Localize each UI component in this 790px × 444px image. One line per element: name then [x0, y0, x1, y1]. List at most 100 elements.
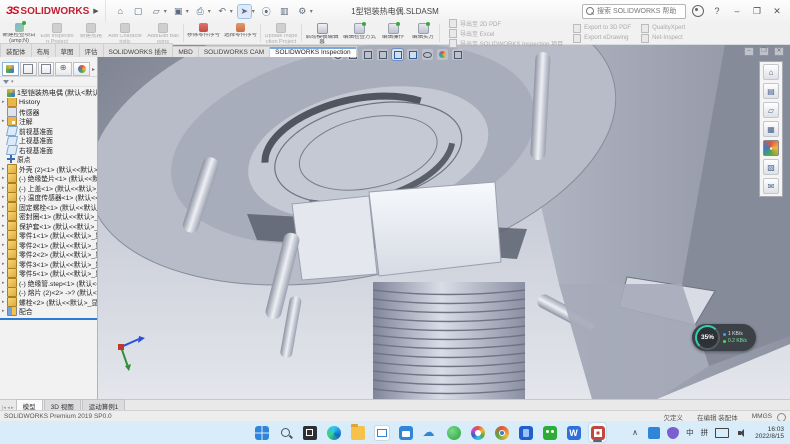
tree-item[interactable]: ▸密封圈<1> (默认<<默认>_显示状: [0, 212, 97, 222]
tree-item[interactable]: ▸(-) 温度传感器<1> (默认<<默认>_: [0, 193, 97, 203]
tree-item[interactable]: ▸零件2<2> (默认<<默认>_显示状态: [0, 250, 97, 260]
custom-properties-icon[interactable]: ▧: [763, 159, 779, 175]
doc-close-icon[interactable]: ✕: [774, 47, 784, 56]
tree-item[interactable]: ▸(-) 绝缘管.step<1> (默认<<默认>: [0, 278, 97, 288]
previous-view-icon[interactable]: [362, 49, 373, 60]
tab-solidworks-cam[interactable]: SOLIDWORKS CAM: [198, 46, 270, 57]
tree-item[interactable]: ▸螺栓<2> (默认<<默认>_显示状态: [0, 297, 97, 307]
taskbar-onedrive[interactable]: [421, 423, 438, 442]
display-style-icon[interactable]: [407, 49, 418, 60]
tree-item[interactable]: 上视基准面: [0, 136, 97, 146]
select-cursor-icon[interactable]: ➤: [238, 5, 251, 18]
solidworks-resources-icon[interactable]: ⌂: [763, 64, 779, 80]
tree-item[interactable]: ▸配合: [0, 307, 97, 317]
taskbar-wechat[interactable]: [541, 423, 558, 442]
taskbar-photos[interactable]: [469, 423, 486, 442]
home-icon[interactable]: ⌂: [114, 5, 127, 18]
hide-show-items-icon[interactable]: [422, 49, 433, 60]
taskbar-app-green[interactable]: [445, 423, 462, 442]
taskbar-chrome[interactable]: [493, 423, 510, 442]
taskbar-start[interactable]: [253, 423, 270, 442]
tree-item[interactable]: ▸(-) 上盖<1> (默认<<默认>_显示状: [0, 183, 97, 193]
design-library-icon[interactable]: ▤: [763, 83, 779, 99]
ime-mode[interactable]: 拼: [701, 427, 709, 438]
close-button[interactable]: ✕: [770, 6, 784, 17]
menu-expand-icon[interactable]: ▶: [93, 7, 98, 15]
ribbon-button-edit-classifications[interactable]: 编辑实方: [408, 22, 438, 44]
doc-minimize-icon[interactable]: –: [744, 47, 754, 56]
view-palette-icon[interactable]: ▦: [763, 121, 779, 137]
taskbar-task-view[interactable]: [301, 423, 318, 442]
tree-item[interactable]: ▸零件5<1> (默认<<默认>_显示状态: [0, 269, 97, 279]
tab-布局[interactable]: 布局: [31, 43, 56, 57]
print-icon[interactable]: ⎙: [194, 5, 207, 18]
save-icon[interactable]: ▣: [172, 5, 185, 18]
ribbon-button-edit-methods[interactable]: 编辑检查方式: [341, 22, 378, 44]
tree-item[interactable]: 原点: [0, 155, 97, 165]
ribbon-button-select-balloons[interactable]: 选择零件序号: [222, 22, 259, 44]
solidworks-forum-icon[interactable]: ✉: [763, 178, 779, 194]
tab-featuremanager-tree[interactable]: [2, 62, 19, 76]
tab-displaymanager[interactable]: [73, 62, 90, 76]
panel-tabs-overflow-icon[interactable]: ▸: [92, 66, 95, 73]
undo-icon[interactable]: ↶: [216, 5, 229, 18]
tree-item[interactable]: ▸注解: [0, 117, 97, 127]
undo-dropdown-icon[interactable]: ▾: [230, 8, 233, 15]
tray-speaker-icon[interactable]: [736, 427, 748, 439]
ribbon-button-launch-template-editor[interactable]: 启动模板编辑器: [303, 22, 341, 44]
open-file-icon[interactable]: ▱: [150, 5, 163, 18]
taskbar-active-app[interactable]: [589, 423, 606, 442]
taskbar-wps[interactable]: W: [565, 423, 582, 442]
tree-item[interactable]: 右视基准面: [0, 145, 97, 155]
tab-solidworks-插件[interactable]: SOLIDWORKS 插件: [103, 43, 174, 57]
tab-solidworks-inspection[interactable]: SOLIDWORKS Inspection: [269, 46, 357, 57]
help-button[interactable]: ?: [710, 6, 724, 16]
tree-item[interactable]: 传感器: [0, 107, 97, 117]
tab-dimxpert[interactable]: [55, 62, 72, 76]
ribbon-button-new-inspection-project[interactable]: 新建检查项目(amp;N): [0, 22, 38, 44]
ime-language[interactable]: 中: [686, 427, 694, 438]
tree-rollback-bar[interactable]: [0, 318, 97, 320]
rebuild-traffic-light-icon[interactable]: ⦿: [260, 5, 273, 18]
new-file-icon[interactable]: ▢: [132, 5, 145, 18]
tree-item[interactable]: ▸外壳 (2)<1> (默认<<默认>_显示状: [0, 164, 97, 174]
tab-configurations[interactable]: [38, 62, 55, 76]
tree-item[interactable]: 前视基准面: [0, 126, 97, 136]
file-explorer-icon[interactable]: ▱: [763, 102, 779, 118]
tree-item[interactable]: ▸History: [0, 98, 97, 108]
search-input[interactable]: 搜索 SOLIDWORKS 帮助: [582, 4, 686, 19]
taskbar-search[interactable]: [277, 423, 294, 442]
apply-scene-icon[interactable]: [452, 49, 463, 60]
print-dropdown-icon[interactable]: ▾: [208, 8, 211, 15]
tree-item[interactable]: ▸零件3<1> (默认<<默认>_显示状态: [0, 259, 97, 269]
section-view-icon[interactable]: [377, 49, 388, 60]
file-properties-icon[interactable]: ▥: [278, 5, 291, 18]
tree-root-assembly[interactable]: 1型铠装热电偶 (默认<默认_显示状态-1: [0, 88, 97, 98]
doc-restore-icon[interactable]: ❐: [759, 47, 769, 56]
select-cursor-dropdown-icon[interactable]: ▾: [252, 8, 255, 15]
tree-item[interactable]: ▸保护套<1> (默认<<默认>_显示状态: [0, 221, 97, 231]
tray-display-icon[interactable]: [715, 428, 729, 438]
restore-button[interactable]: ❐: [750, 6, 764, 17]
tray-shield-icon[interactable]: [667, 427, 679, 439]
tab-草图[interactable]: 草图: [55, 43, 80, 57]
taskbar-store[interactable]: [397, 423, 414, 442]
options-gear-dropdown-icon[interactable]: ▾: [310, 8, 313, 15]
tab-评估[interactable]: 评估: [79, 43, 104, 57]
tray-chevron-icon[interactable]: ∧: [629, 427, 641, 439]
open-file-dropdown-icon[interactable]: ▾: [164, 8, 167, 15]
tree-item[interactable]: ▸零件2<1> (默认<<默认>_显示状态: [0, 240, 97, 250]
taskbar-edge[interactable]: [325, 423, 342, 442]
tree-item[interactable]: ▸固定螺栓<1> (默认<<默认>_显示: [0, 202, 97, 212]
tree-item[interactable]: ▸(-) 绝缘垫片<1> (默认<<默认>_显: [0, 174, 97, 184]
ribbon-button-edit-operations[interactable]: 编辑操作: [378, 22, 408, 44]
tree-filter-bar[interactable]: ▾: [0, 77, 97, 87]
taskbar-clock[interactable]: 16:03 2022/8/15: [755, 426, 784, 440]
save-dropdown-icon[interactable]: ▾: [186, 8, 189, 15]
appearances-scenes-icon[interactable]: ▪: [763, 140, 779, 156]
taskbar-phone-link[interactable]: [517, 423, 534, 442]
tab-装配体[interactable]: 装配体: [0, 43, 32, 57]
net-speed-widget[interactable]: 35% 1 KB/s 0.2 KB/s: [692, 324, 756, 351]
tree-item[interactable]: ▸零件1<1> (默认<<默认>_显示状态: [0, 231, 97, 241]
edit-appearance-icon[interactable]: [437, 49, 448, 60]
